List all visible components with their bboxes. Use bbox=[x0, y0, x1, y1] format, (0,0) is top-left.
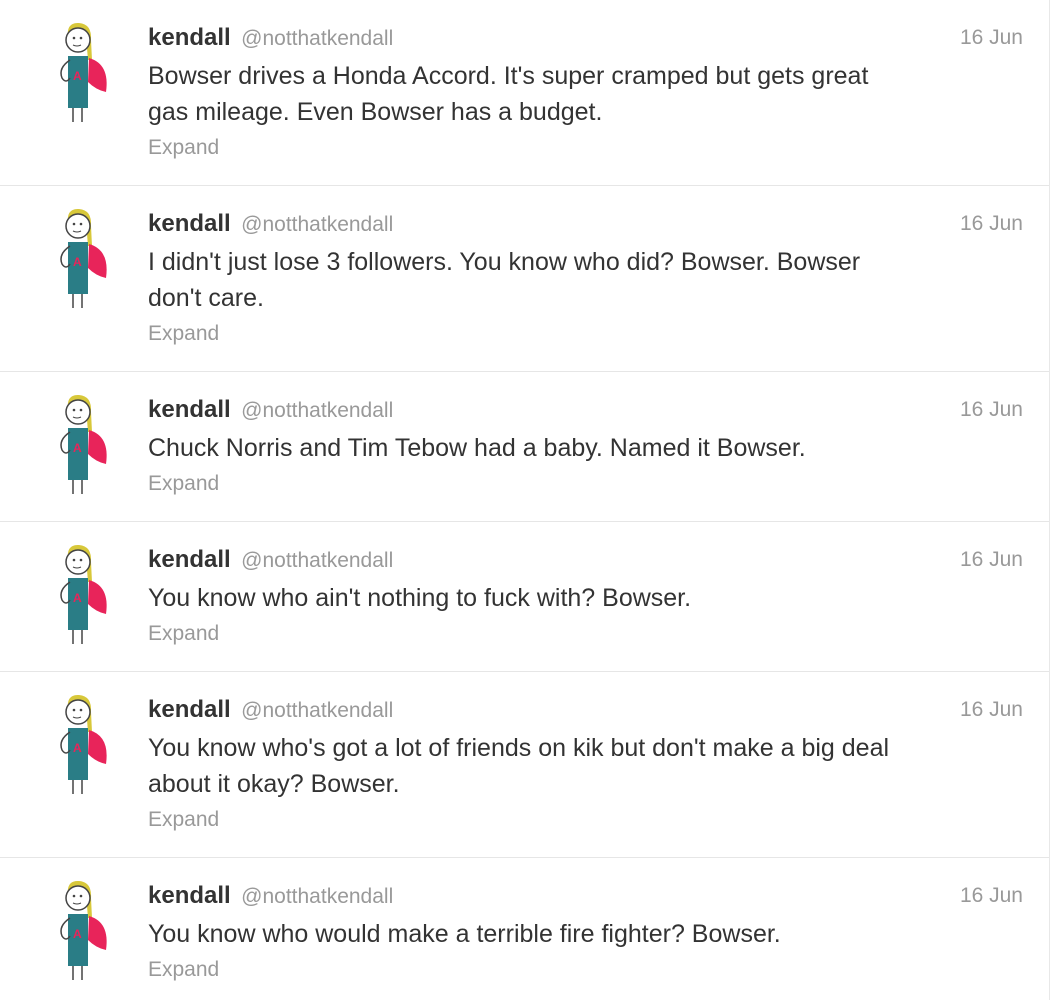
tweet-content: kendall @notthatkendall 16 Jun You know … bbox=[148, 696, 1023, 832]
tweet-item[interactable]: A kendall @notthatkendall 16 Jun Bowser … bbox=[0, 0, 1049, 186]
tweet-header: kendall @notthatkendall 16 Jun bbox=[148, 546, 1023, 578]
tweet-text: Chuck Norris and Tim Tebow had a baby. N… bbox=[148, 434, 806, 462]
svg-text:A: A bbox=[73, 255, 82, 269]
tweet-timestamp[interactable]: 16 Jun bbox=[960, 26, 1023, 50]
tweet-header: kendall @notthatkendall 16 Jun bbox=[148, 210, 1023, 242]
avatar[interactable]: A bbox=[46, 542, 116, 652]
tweet-item[interactable]: A kendall @notthatkendall 16 Jun I didn'… bbox=[0, 186, 1049, 372]
tweet-timestamp[interactable]: 16 Jun bbox=[960, 212, 1023, 236]
tweet-content: kendall @notthatkendall 16 Jun Chuck Nor… bbox=[148, 396, 1023, 496]
tweet-text: Bowser drives a Honda Accord. It's super… bbox=[148, 62, 869, 126]
expand-link[interactable]: Expand bbox=[148, 958, 219, 982]
expand-link[interactable]: Expand bbox=[148, 322, 219, 346]
tweet-text: I didn't just lose 3 followers. You know… bbox=[148, 248, 861, 312]
tweet-header: kendall @notthatkendall 16 Jun bbox=[148, 24, 1023, 56]
expand-link[interactable]: Expand bbox=[148, 472, 219, 496]
tweet-content: kendall @notthatkendall 16 Jun Bowser dr… bbox=[148, 24, 1023, 160]
tweet-fullname[interactable]: kendall bbox=[148, 546, 231, 573]
avatar[interactable]: A bbox=[46, 20, 116, 130]
tweet-username[interactable]: @notthatkendall bbox=[241, 213, 393, 236]
tweet-item[interactable]: A kendall @notthatkendall 16 Jun You kno… bbox=[0, 858, 1049, 1000]
tweet-username[interactable]: @notthatkendall bbox=[241, 885, 393, 908]
tweet-fullname[interactable]: kendall bbox=[148, 24, 231, 51]
tweet-username[interactable]: @notthatkendall bbox=[241, 27, 393, 50]
tweet-username[interactable]: @notthatkendall bbox=[241, 549, 393, 572]
tweet-username[interactable]: @notthatkendall bbox=[241, 399, 393, 422]
avatar[interactable]: A bbox=[46, 206, 116, 316]
tweet-timeline: A kendall @notthatkendall 16 Jun Bowser … bbox=[0, 0, 1050, 1000]
tweet-fullname[interactable]: kendall bbox=[148, 396, 231, 423]
tweet-header: kendall @notthatkendall 16 Jun bbox=[148, 696, 1023, 728]
svg-text:A: A bbox=[73, 741, 82, 755]
tweet-item[interactable]: A kendall @notthatkendall 16 Jun You kno… bbox=[0, 672, 1049, 858]
svg-text:A: A bbox=[73, 441, 82, 455]
tweet-timestamp[interactable]: 16 Jun bbox=[960, 884, 1023, 908]
tweet-content: kendall @notthatkendall 16 Jun You know … bbox=[148, 882, 1023, 982]
tweet-fullname[interactable]: kendall bbox=[148, 210, 231, 237]
expand-link[interactable]: Expand bbox=[148, 136, 219, 160]
tweet-item[interactable]: A kendall @notthatkendall 16 Jun Chuck N… bbox=[0, 372, 1049, 522]
svg-text:A: A bbox=[73, 591, 82, 605]
svg-text:A: A bbox=[73, 927, 82, 941]
tweet-timestamp[interactable]: 16 Jun bbox=[960, 398, 1023, 422]
expand-link[interactable]: Expand bbox=[148, 808, 219, 832]
tweet-fullname[interactable]: kendall bbox=[148, 882, 231, 909]
tweet-header: kendall @notthatkendall 16 Jun bbox=[148, 396, 1023, 428]
svg-text:A: A bbox=[73, 69, 82, 83]
tweet-content: kendall @notthatkendall 16 Jun You know … bbox=[148, 546, 1023, 646]
tweet-text: You know who ain't nothing to fuck with?… bbox=[148, 584, 692, 612]
tweet-content: kendall @notthatkendall 16 Jun I didn't … bbox=[148, 210, 1023, 346]
tweet-header: kendall @notthatkendall 16 Jun bbox=[148, 882, 1023, 914]
tweet-text: You know who's got a lot of friends on k… bbox=[148, 734, 890, 798]
tweet-item[interactable]: A kendall @notthatkendall 16 Jun You kno… bbox=[0, 522, 1049, 672]
avatar[interactable]: A bbox=[46, 692, 116, 802]
tweet-fullname[interactable]: kendall bbox=[148, 696, 231, 723]
tweet-username[interactable]: @notthatkendall bbox=[241, 699, 393, 722]
tweet-text: You know who would make a terrible fire … bbox=[148, 920, 781, 948]
tweet-timestamp[interactable]: 16 Jun bbox=[960, 698, 1023, 722]
avatar[interactable]: A bbox=[46, 392, 116, 502]
expand-link[interactable]: Expand bbox=[148, 622, 219, 646]
avatar[interactable]: A bbox=[46, 878, 116, 988]
tweet-timestamp[interactable]: 16 Jun bbox=[960, 548, 1023, 572]
